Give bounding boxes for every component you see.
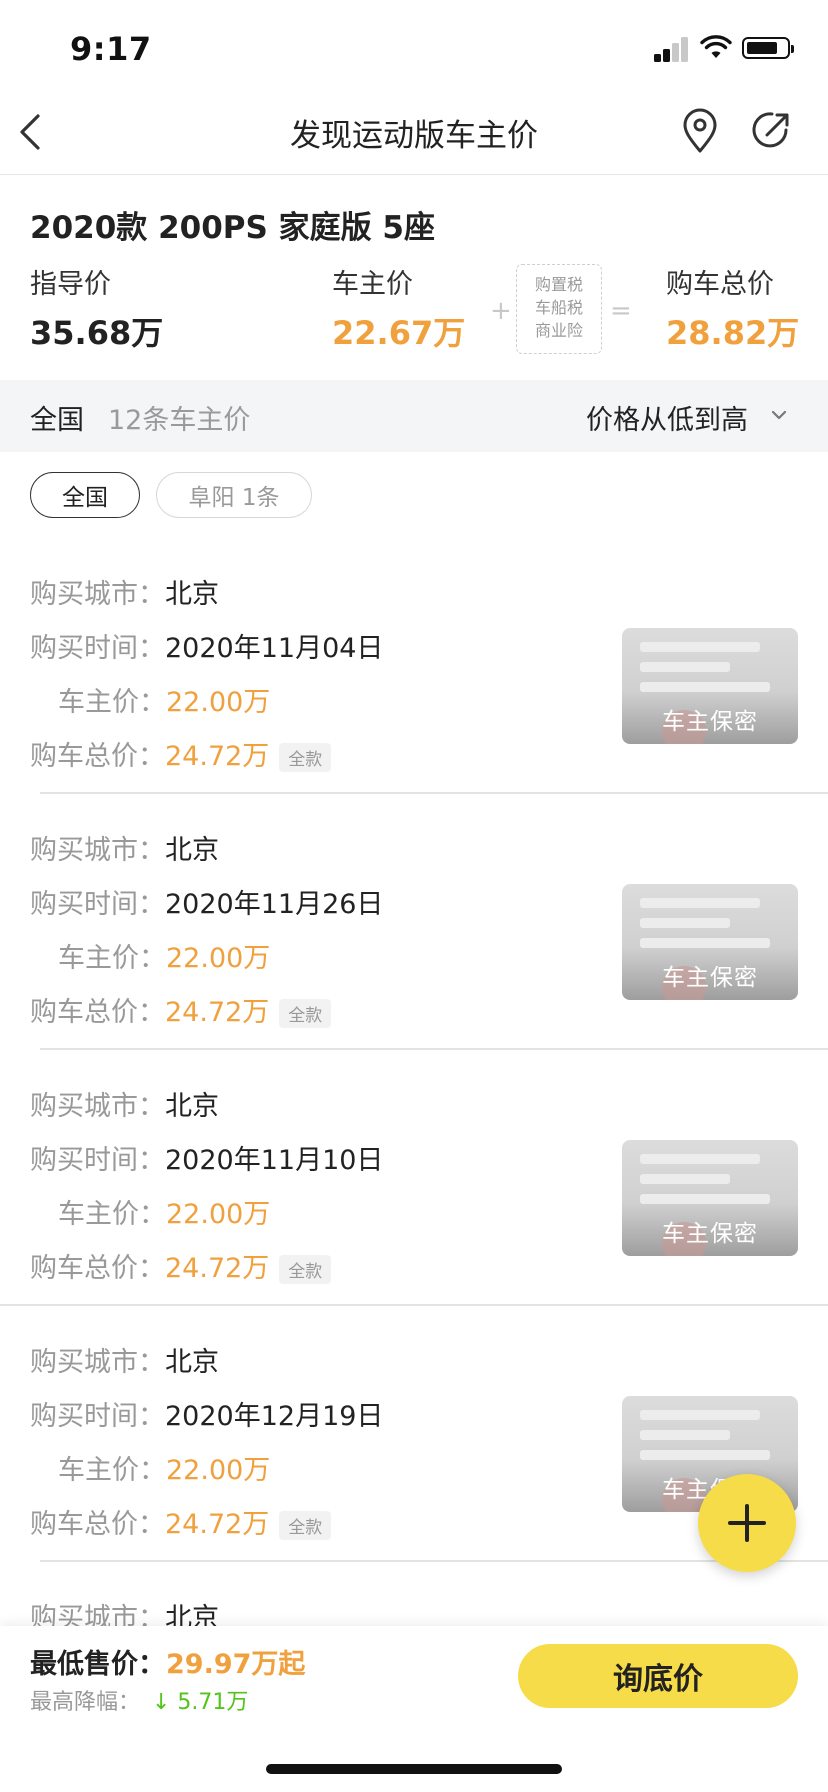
min-price-value: 29.97万起 xyxy=(166,1649,306,1680)
payment-tag: 全款 xyxy=(279,999,332,1028)
row-divider xyxy=(40,792,828,794)
share-icon[interactable] xyxy=(750,108,794,152)
row-divider xyxy=(40,1048,828,1050)
owner-price-label: 车主价 xyxy=(332,269,413,300)
time-value: 2020年11月26日 xyxy=(165,889,384,920)
payment-tag: 全款 xyxy=(279,1255,332,1284)
owner-price-label: 车主价： xyxy=(58,687,166,718)
payment-tag: 全款 xyxy=(279,743,332,772)
time-label: 购买时间： xyxy=(30,889,165,920)
result-count: 12条车主价 xyxy=(108,405,251,436)
total-label: 购车总价： xyxy=(30,741,165,772)
city-value: 北京 xyxy=(165,579,219,610)
city-label: 购买城市： xyxy=(30,835,165,866)
tax-item: 车船税 xyxy=(534,298,583,317)
list-item[interactable]: 购买城市：北京 购买时间：2020年11月04日 车主价：22.00万 购车总价… xyxy=(0,560,828,816)
max-drop-value: ↓ 5.71万 xyxy=(152,1690,249,1715)
region-filter[interactable]: 全国 xyxy=(30,398,84,437)
guide-price-label: 指导价 xyxy=(30,269,111,300)
owner-price-label: 车主价： xyxy=(58,1199,166,1230)
city-value: 北京 xyxy=(165,1091,219,1122)
time-value: 2020年11月04日 xyxy=(165,633,384,664)
total-value: 24.72万 xyxy=(165,1253,270,1284)
tax-insurance-box: 购置税 车船税 商业险 xyxy=(516,264,602,354)
status-time: 9:17 xyxy=(70,30,152,68)
tax-item: 购置税 xyxy=(534,275,583,294)
payment-tag: 全款 xyxy=(279,1511,332,1540)
time-label: 购买时间： xyxy=(30,633,165,664)
chip-fuyang[interactable]: 阜阳 1条 xyxy=(156,472,312,518)
owner-price-label: 车主价： xyxy=(58,1455,166,1486)
row-divider xyxy=(40,1560,828,1562)
city-label: 购买城市： xyxy=(30,579,165,610)
owner-price-value: 22.67万 xyxy=(332,314,466,352)
wifi-icon xyxy=(700,35,732,58)
list-item[interactable]: 购买城市：北京 购买时间：2020年11月10日 车主价：22.00万 购车总价… xyxy=(0,1072,828,1328)
total-value: 24.72万 xyxy=(165,1509,270,1540)
total-label: 购车总价： xyxy=(30,997,165,1028)
owner-price-label: 车主价： xyxy=(58,943,166,974)
inquiry-button[interactable]: 询底价 xyxy=(518,1644,798,1708)
total-label: 购车总价： xyxy=(30,1509,165,1540)
owner-price-value: 22.00万 xyxy=(166,1199,271,1230)
row-divider xyxy=(0,1304,828,1306)
time-value: 2020年12月19日 xyxy=(165,1401,384,1432)
total-price-value: 28.82万 xyxy=(666,314,800,352)
total-label: 购车总价： xyxy=(30,1253,165,1284)
time-label: 购买时间： xyxy=(30,1401,165,1432)
sort-dropdown[interactable]: 价格从低到高 xyxy=(586,398,748,437)
guide-price-value: 35.68万 xyxy=(30,314,164,352)
chip-all[interactable]: 全国 xyxy=(30,472,140,518)
owner-price-value: 22.00万 xyxy=(166,1455,271,1486)
plus-icon xyxy=(728,1504,766,1542)
thumb-label: 车主保密 xyxy=(662,709,758,735)
receipt-thumbnail[interactable]: 车主保密 xyxy=(622,1140,798,1256)
nav-divider xyxy=(0,174,828,175)
cellular-signal-icon xyxy=(654,36,690,62)
location-pin-icon[interactable] xyxy=(680,108,720,154)
model-title: 2020款 200PS 家庭版 5座 xyxy=(30,210,435,246)
owner-price-value: 22.00万 xyxy=(166,687,271,718)
city-value: 北京 xyxy=(165,835,219,866)
add-button[interactable] xyxy=(698,1474,796,1572)
thumb-label: 车主保密 xyxy=(662,965,758,991)
total-value: 24.72万 xyxy=(165,741,270,772)
receipt-thumbnail[interactable]: 车主保密 xyxy=(622,628,798,744)
min-price-label: 最低售价： xyxy=(30,1649,165,1680)
list-item[interactable]: 购买城市：北京 购买时间：2020年11月26日 车主价：22.00万 购车总价… xyxy=(0,816,828,1072)
time-label: 购买时间： xyxy=(30,1145,165,1176)
max-drop-label: 最高降幅： xyxy=(30,1690,141,1715)
owner-price-value: 22.00万 xyxy=(166,943,271,974)
equals-sign: = xyxy=(610,296,632,326)
city-label: 购买城市： xyxy=(30,1347,165,1378)
home-indicator xyxy=(266,1764,562,1774)
receipt-thumbnail[interactable]: 车主保密 xyxy=(622,884,798,1000)
time-value: 2020年11月10日 xyxy=(165,1145,384,1176)
thumb-label: 车主保密 xyxy=(662,1221,758,1247)
tax-item: 商业险 xyxy=(534,321,583,340)
plus-sign: + xyxy=(490,296,512,326)
total-price-label: 购车总价 xyxy=(666,269,774,300)
city-value: 北京 xyxy=(165,1347,219,1378)
battery-icon xyxy=(742,37,794,59)
city-label: 购买城市： xyxy=(30,1091,165,1122)
total-value: 24.72万 xyxy=(165,997,270,1028)
chevron-down-icon[interactable] xyxy=(770,408,788,422)
